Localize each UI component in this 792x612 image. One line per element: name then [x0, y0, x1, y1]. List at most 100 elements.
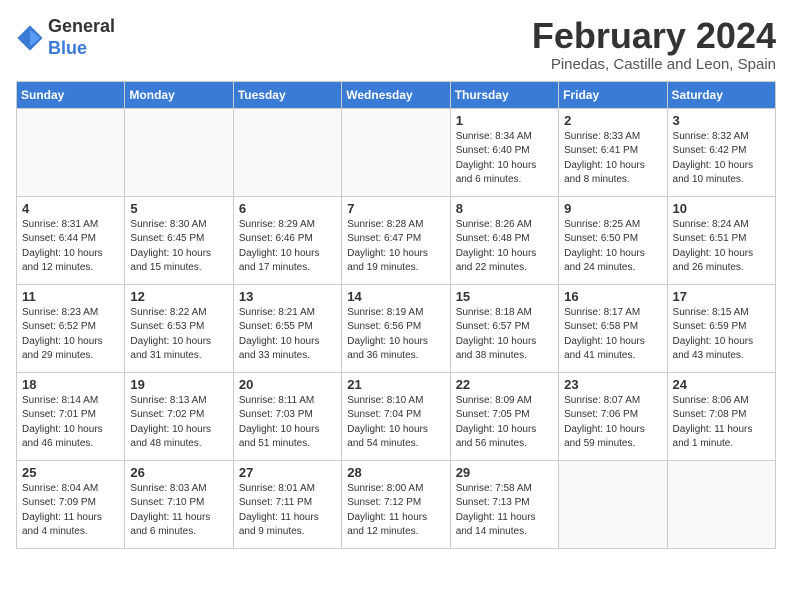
day-cell: 8Sunrise: 8:26 AM Sunset: 6:48 PM Daylig…: [450, 196, 558, 284]
day-cell: 7 Sunrise: 8:28 AM Sunset: 6:47 PM Daylig…: [342, 196, 450, 284]
day-info: Sunrise: 8:09 AM Sunset: 7:05 PM Dayligh…: [456, 394, 553, 452]
day-cell: 11 Sunrise: 8:23 AM Sunset: 6:52 PM Dayli…: [17, 284, 125, 372]
day-info: Sunrise: 8:14 AM Sunset: 7:01 PM Dayligh…: [22, 394, 119, 452]
day-info: Sunrise: 8:23 AM Sunset: 6:52 PM Dayligh…: [22, 306, 119, 364]
week-row-2: 11 Sunrise: 8:23 AM Sunset: 6:52 PM Dayli…: [17, 284, 776, 372]
day-info: Sunrise: 8:10 AM Sunset: 7:04 PM Dayligh…: [347, 394, 444, 452]
day-cell: 6Sunrise: 8:29 AM Sunset: 6:46 PM Daylig…: [233, 196, 341, 284]
calendar-subtitle: Pinedas, Castille and Leon, Spain: [532, 56, 776, 73]
day-info: Sunrise: 8:01 AM Sunset: 7:11 PM Dayligh…: [239, 482, 336, 540]
day-info: Sunrise: 8:17 AM Sunset: 6:58 PM Dayligh…: [564, 306, 661, 364]
day-number: 1: [456, 113, 553, 128]
day-cell: 4 Sunrise: 8:31 AM Sunset: 6:44 PM Daylig…: [17, 196, 125, 284]
logo-general: General: [48, 16, 115, 36]
day-info: Sunrise: 8:25 AM Sunset: 6:50 PM Dayligh…: [564, 218, 661, 276]
day-info: Sunrise: 8:30 AM Sunset: 6:45 PM Dayligh…: [130, 218, 227, 276]
day-number: 19: [130, 377, 227, 392]
day-number: 9: [564, 201, 661, 216]
day-info: Sunrise: 8:22 AM Sunset: 6:53 PM Dayligh…: [130, 306, 227, 364]
day-cell: 26 Sunrise: 8:03 AM Sunset: 7:10 PM Dayli…: [125, 460, 233, 548]
day-cell: 19 Sunrise: 8:13 AM Sunset: 7:02 PM Dayli…: [125, 372, 233, 460]
day-cell: 10 Sunrise: 8:24 AM Sunset: 6:51 PM Dayli…: [667, 196, 775, 284]
day-info: Sunrise: 8:13 AM Sunset: 7:02 PM Dayligh…: [130, 394, 227, 452]
column-header-wednesday: Wednesday: [342, 81, 450, 108]
calendar-header-row: SundayMondayTuesdayWednesdayThursdayFrid…: [17, 81, 776, 108]
logo-blue: Blue: [48, 38, 87, 58]
day-info: Sunrise: 8:00 AM Sunset: 7:12 PM Dayligh…: [347, 482, 444, 540]
day-number: 3: [673, 113, 770, 128]
day-cell: 25 Sunrise: 8:04 AM Sunset: 7:09 PM Dayli…: [17, 460, 125, 548]
day-cell: 20Sunrise: 8:11 AM Sunset: 7:03 PM Dayli…: [233, 372, 341, 460]
calendar-body: 1Sunrise: 8:34 AM Sunset: 6:40 PM Daylig…: [17, 108, 776, 548]
day-number: 5: [130, 201, 227, 216]
day-number: 2: [564, 113, 661, 128]
day-info: Sunrise: 8:31 AM Sunset: 6:44 PM Dayligh…: [22, 218, 119, 276]
day-cell: [667, 460, 775, 548]
day-cell: 5 Sunrise: 8:30 AM Sunset: 6:45 PM Daylig…: [125, 196, 233, 284]
day-number: 24: [673, 377, 770, 392]
logo-text: General Blue: [48, 16, 115, 59]
day-cell: 9 Sunrise: 8:25 AM Sunset: 6:50 PM Daylig…: [559, 196, 667, 284]
day-number: 27: [239, 465, 336, 480]
day-cell: 3Sunrise: 8:32 AM Sunset: 6:42 PM Daylig…: [667, 108, 775, 196]
calendar-title: February 2024: [532, 16, 776, 56]
week-row-4: 25 Sunrise: 8:04 AM Sunset: 7:09 PM Dayli…: [17, 460, 776, 548]
day-cell: 22 Sunrise: 8:09 AM Sunset: 7:05 PM Dayli…: [450, 372, 558, 460]
day-cell: 17Sunrise: 8:15 AM Sunset: 6:59 PM Dayli…: [667, 284, 775, 372]
day-number: 11: [22, 289, 119, 304]
day-info: Sunrise: 8:33 AM Sunset: 6:41 PM Dayligh…: [564, 130, 661, 188]
day-number: 6: [239, 201, 336, 216]
day-number: 4: [22, 201, 119, 216]
logo: General Blue: [16, 16, 115, 59]
day-number: 20: [239, 377, 336, 392]
day-cell: [559, 460, 667, 548]
day-cell: 16Sunrise: 8:17 AM Sunset: 6:58 PM Dayli…: [559, 284, 667, 372]
day-number: 25: [22, 465, 119, 480]
week-row-3: 18 Sunrise: 8:14 AM Sunset: 7:01 PM Dayli…: [17, 372, 776, 460]
column-header-tuesday: Tuesday: [233, 81, 341, 108]
day-info: Sunrise: 8:18 AM Sunset: 6:57 PM Dayligh…: [456, 306, 553, 364]
day-number: 14: [347, 289, 444, 304]
calendar-table: SundayMondayTuesdayWednesdayThursdayFrid…: [16, 81, 776, 549]
day-number: 23: [564, 377, 661, 392]
day-info: Sunrise: 8:24 AM Sunset: 6:51 PM Dayligh…: [673, 218, 770, 276]
day-cell: 2 Sunrise: 8:33 AM Sunset: 6:41 PM Daylig…: [559, 108, 667, 196]
day-number: 26: [130, 465, 227, 480]
day-info: Sunrise: 8:03 AM Sunset: 7:10 PM Dayligh…: [130, 482, 227, 540]
day-cell: 21 Sunrise: 8:10 AM Sunset: 7:04 PM Dayli…: [342, 372, 450, 460]
day-number: 7: [347, 201, 444, 216]
day-number: 29: [456, 465, 553, 480]
day-cell: 27 Sunrise: 8:01 AM Sunset: 7:11 PM Dayli…: [233, 460, 341, 548]
day-cell: 1Sunrise: 8:34 AM Sunset: 6:40 PM Daylig…: [450, 108, 558, 196]
day-cell: [233, 108, 341, 196]
week-row-0: 1Sunrise: 8:34 AM Sunset: 6:40 PM Daylig…: [17, 108, 776, 196]
logo-icon: [16, 24, 44, 52]
column-header-sunday: Sunday: [17, 81, 125, 108]
day-number: 22: [456, 377, 553, 392]
column-header-saturday: Saturday: [667, 81, 775, 108]
day-cell: 28 Sunrise: 8:00 AM Sunset: 7:12 PM Dayli…: [342, 460, 450, 548]
day-cell: 13Sunrise: 8:21 AM Sunset: 6:55 PM Dayli…: [233, 284, 341, 372]
day-number: 12: [130, 289, 227, 304]
day-cell: 23 Sunrise: 8:07 AM Sunset: 7:06 PM Dayli…: [559, 372, 667, 460]
day-cell: 24Sunrise: 8:06 AM Sunset: 7:08 PM Dayli…: [667, 372, 775, 460]
day-cell: [125, 108, 233, 196]
column-header-thursday: Thursday: [450, 81, 558, 108]
day-info: Sunrise: 8:28 AM Sunset: 6:47 PM Dayligh…: [347, 218, 444, 276]
day-number: 10: [673, 201, 770, 216]
day-number: 28: [347, 465, 444, 480]
day-info: Sunrise: 8:07 AM Sunset: 7:06 PM Dayligh…: [564, 394, 661, 452]
day-number: 18: [22, 377, 119, 392]
day-info: Sunrise: 8:21 AM Sunset: 6:55 PM Dayligh…: [239, 306, 336, 364]
day-info: Sunrise: 8:04 AM Sunset: 7:09 PM Dayligh…: [22, 482, 119, 540]
week-row-1: 4 Sunrise: 8:31 AM Sunset: 6:44 PM Daylig…: [17, 196, 776, 284]
day-cell: 18 Sunrise: 8:14 AM Sunset: 7:01 PM Dayli…: [17, 372, 125, 460]
day-info: Sunrise: 7:58 AM Sunset: 7:13 PM Dayligh…: [456, 482, 553, 540]
day-number: 21: [347, 377, 444, 392]
day-number: 8: [456, 201, 553, 216]
header: General Blue February 2024 Pinedas, Cast…: [16, 16, 776, 73]
day-number: 17: [673, 289, 770, 304]
day-number: 15: [456, 289, 553, 304]
day-cell: 14Sunrise: 8:19 AM Sunset: 6:56 PM Dayli…: [342, 284, 450, 372]
column-header-monday: Monday: [125, 81, 233, 108]
